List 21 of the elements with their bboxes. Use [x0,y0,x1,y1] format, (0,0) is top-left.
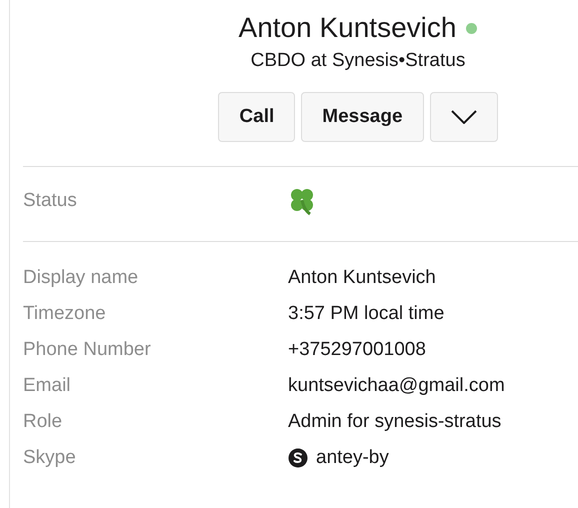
field-label: Email [23,375,71,397]
field-value: antey-by [316,447,389,469]
more-button[interactable] [430,92,498,142]
clover-icon [288,186,316,216]
field-label: Status [23,190,77,212]
profile-name: Anton Kuntsevich [238,12,456,44]
field-label: Display name [23,267,138,289]
chevron-down-icon [450,110,477,124]
field-label: Skype [23,447,76,469]
field-label: Role [23,411,62,433]
action-button[interactable]: Message [301,92,424,142]
field-label: Phone Number [23,339,151,361]
field-value: +375297001008 [288,339,426,361]
field-value: 3:57 PM local time [288,303,444,325]
profile-title: CBDO at Synesis•Stratus [250,50,466,72]
field-label: Timezone [23,303,106,325]
skype-icon [288,448,308,468]
field-value: Admin for synesis-stratus [288,411,502,433]
action-button[interactable]: Call [218,92,296,142]
field-value: Anton Kuntsevich [288,267,436,289]
field-value: kuntsevichaa@gmail.com [288,375,505,397]
